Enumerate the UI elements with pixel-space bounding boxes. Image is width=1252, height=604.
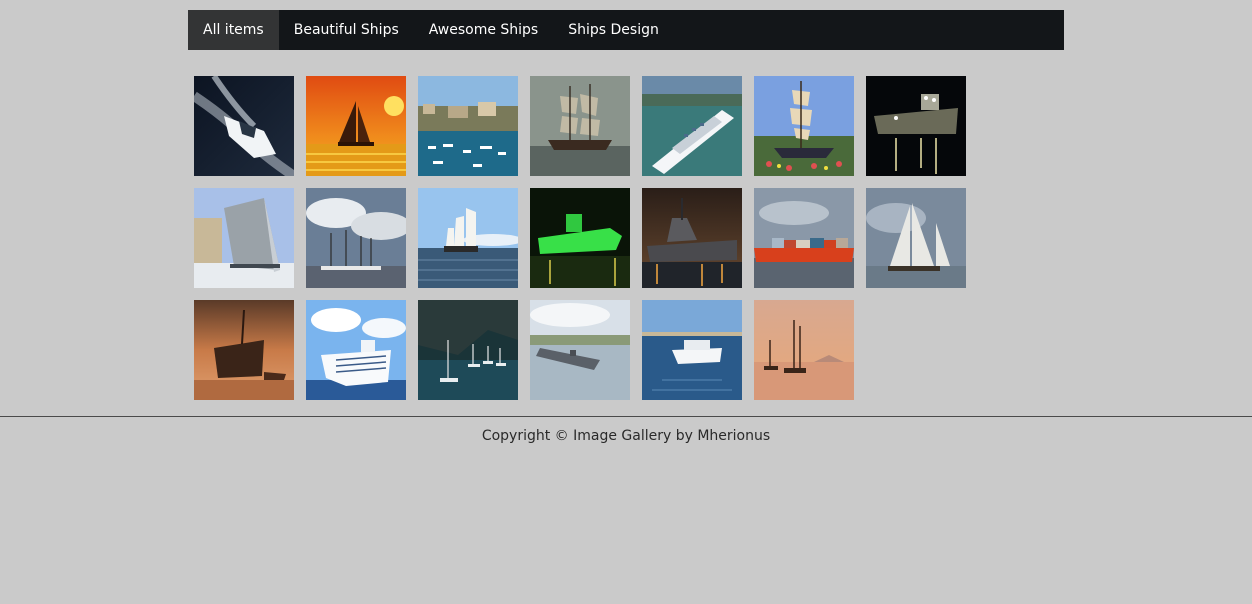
thumbnail-naval-ship-bow[interactable]: [194, 188, 294, 288]
gallery-row: [194, 76, 974, 176]
thumbnail-cruise-ship-front[interactable]: [306, 300, 406, 400]
thumbnail-sailboat-calm[interactable]: [866, 188, 966, 288]
thumbnail-container-ship[interactable]: [754, 188, 854, 288]
nav-item-beautiful-ships[interactable]: Beautiful Ships: [279, 10, 414, 50]
thumbnail-harbor-marina[interactable]: [418, 76, 518, 176]
thumbnail-aircraft-carrier[interactable]: [530, 300, 630, 400]
thumbnail-sailboats-dusk[interactable]: [754, 300, 854, 400]
thumbnail-tall-ships-clouds[interactable]: [306, 188, 406, 288]
thumbnail-battleship-night[interactable]: [642, 188, 742, 288]
nav-item-awesome-ships[interactable]: Awesome Ships: [414, 10, 553, 50]
footer-divider: [0, 416, 1252, 417]
thumbnail-cruise-ship-aerial[interactable]: [642, 76, 742, 176]
thumbnail-yacht-blue[interactable]: [642, 300, 742, 400]
thumbnail-ship-at-night[interactable]: [866, 76, 966, 176]
gallery-row: [194, 300, 974, 400]
nav-item-all-items[interactable]: All items: [188, 10, 279, 50]
thumbnail-speedboat[interactable]: [194, 76, 294, 176]
thumbnail-sailboat-sunset[interactable]: [306, 76, 406, 176]
thumbnail-sailboats-cove[interactable]: [418, 300, 518, 400]
category-nav: All items Beautiful Ships Awesome Ships …: [188, 10, 1064, 50]
gallery-row: [194, 188, 974, 288]
thumbnail-tall-ship-mist[interactable]: [530, 76, 630, 176]
thumbnail-shipwreck-sunset[interactable]: [194, 300, 294, 400]
footer-copyright: Copyright © Image Gallery by Mherionus: [481, 428, 771, 444]
thumbnail-schooner-sea[interactable]: [418, 188, 518, 288]
thumbnail-green-submarine[interactable]: [530, 188, 630, 288]
thumbnail-tall-ship-festival[interactable]: [754, 76, 854, 176]
image-gallery: [194, 76, 974, 412]
nav-item-ships-design[interactable]: Ships Design: [553, 10, 674, 50]
